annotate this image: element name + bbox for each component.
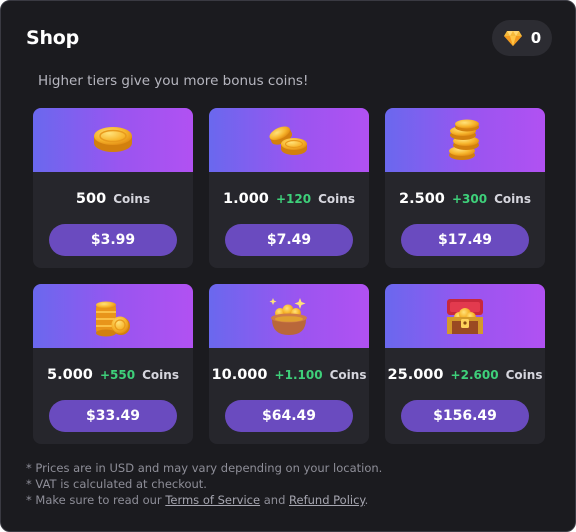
coin-package-card[interactable]: 2.500 +300 Coins $17.49 — [385, 108, 545, 268]
coin-packages-grid: 500 Coins $3.99 1.000 +120 Coins $7.49 2… — [33, 108, 545, 444]
note-and-text: and — [260, 493, 290, 507]
coin-pair-icon — [269, 126, 307, 155]
shop-title: Shop — [26, 27, 80, 49]
gem-icon — [503, 30, 522, 46]
coin-package-card[interactable]: 1.000 +120 Coins $7.49 — [209, 108, 369, 268]
coin-amount: 2.500 — [399, 191, 445, 207]
coin-stack-icon — [449, 119, 479, 160]
bonus-amount: +550 — [99, 368, 136, 382]
coin-package-card[interactable]: 10.000 +1.100 Coins $64.49 — [209, 284, 369, 444]
package-amount: 2.500 +300 Coins — [385, 191, 545, 207]
gem-balance-badge[interactable]: 0 — [492, 20, 552, 56]
coin-amount: 10.000 — [211, 367, 268, 383]
package-banner — [33, 284, 193, 348]
gem-count: 0 — [530, 29, 542, 47]
package-banner — [209, 108, 369, 172]
buy-price-button[interactable]: $33.49 — [49, 400, 177, 432]
package-amount: 1.000 +120 Coins — [209, 191, 369, 207]
bonus-amount: +2.600 — [450, 368, 499, 382]
coin-unit: Coins — [113, 192, 151, 206]
single-coin-icon — [94, 127, 132, 152]
bonus-amount: +120 — [275, 192, 312, 206]
note-policies: * Make sure to read our Terms of Service… — [26, 492, 382, 508]
buy-price-button[interactable]: $7.49 — [225, 224, 353, 256]
coin-amount: 25.000 — [387, 367, 444, 383]
package-banner — [385, 108, 545, 172]
note-end-text: . — [364, 493, 369, 507]
shop-panel: Shop 0 Higher tiers give you more bonus … — [0, 0, 576, 532]
terms-of-service-link[interactable]: Terms of Service — [165, 493, 260, 507]
coin-pot-icon — [269, 298, 307, 335]
buy-price-button[interactable]: $64.49 — [225, 400, 353, 432]
coin-unit: Coins — [494, 192, 531, 206]
pricing-notes: * Prices are in USD and may vary dependi… — [26, 460, 382, 508]
refund-policy-link[interactable]: Refund Policy — [289, 493, 365, 507]
coin-unit: Coins — [318, 192, 355, 206]
package-amount: 5.000 +550 Coins — [33, 367, 193, 383]
shop-subtitle: Higher tiers give you more bonus coins! — [38, 73, 309, 89]
coin-package-card[interactable]: 25.000 +2.600 Coins $156.49 — [385, 284, 545, 444]
bonus-amount: +300 — [451, 192, 488, 206]
package-amount: 10.000 +1.100 Coins — [209, 367, 369, 383]
coin-unit: Coins — [505, 368, 543, 382]
coin-unit: Coins — [142, 368, 179, 382]
treasure-chest-icon — [447, 299, 483, 334]
coin-unit: Coins — [329, 368, 367, 382]
note-vat: * VAT is calculated at checkout. — [26, 477, 207, 491]
coin-tower-icon — [96, 301, 130, 337]
buy-price-button[interactable]: $17.49 — [401, 224, 529, 256]
package-banner — [209, 284, 369, 348]
note-policies-text: * Make sure to read our — [26, 493, 166, 507]
coin-amount: 1.000 — [223, 191, 269, 207]
buy-price-button[interactable]: $3.99 — [49, 224, 177, 256]
package-amount: 500 Coins — [33, 191, 193, 207]
package-banner — [33, 108, 193, 172]
note-currency: * Prices are in USD and may vary dependi… — [26, 461, 383, 475]
package-amount: 25.000 +2.600 Coins — [385, 367, 545, 383]
bonus-amount: +1.100 — [274, 368, 323, 382]
coin-package-card[interactable]: 5.000 +550 Coins $33.49 — [33, 284, 193, 444]
buy-price-button[interactable]: $156.49 — [401, 400, 529, 432]
coin-package-card[interactable]: 500 Coins $3.99 — [33, 108, 193, 268]
coin-amount: 5.000 — [47, 367, 93, 383]
package-banner — [385, 284, 545, 348]
coin-amount: 500 — [75, 191, 107, 207]
